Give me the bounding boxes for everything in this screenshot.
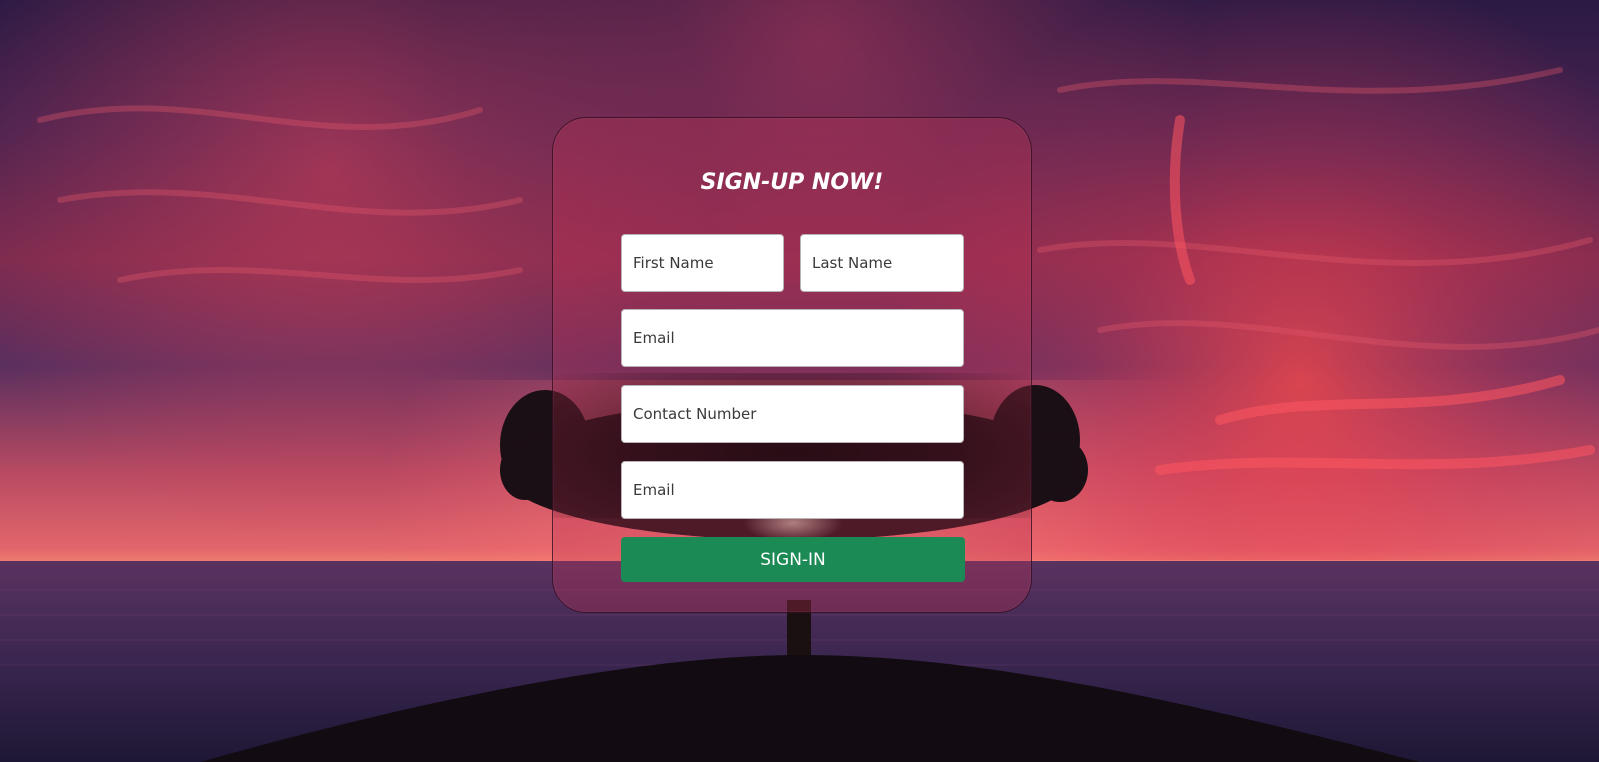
last-name-input[interactable] [800,234,964,292]
sign-in-button[interactable]: SIGN-IN [621,537,965,582]
signup-card: SIGN-UP NOW! SIGN-IN [552,117,1032,613]
contact-number-input[interactable] [621,385,964,443]
first-name-input[interactable] [621,234,784,292]
email-confirm-input[interactable] [621,461,964,519]
form-title: SIGN-UP NOW! [700,170,884,195]
email-input[interactable] [621,309,964,367]
